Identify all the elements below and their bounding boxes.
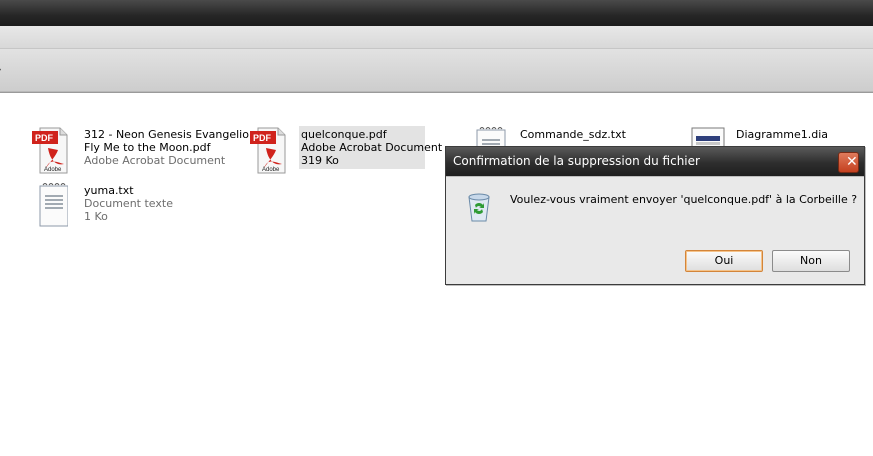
window-title-bar: [0, 0, 873, 26]
yes-button[interactable]: Oui: [685, 250, 763, 272]
adobe-label: Adobe: [262, 167, 280, 173]
file-name: quelconque.pdf: [301, 128, 387, 141]
close-icon: ✕: [846, 154, 858, 170]
file-item-quelconque-pdf[interactable]: PDF Adobe quelconque.pdf Adobe Acrobat D…: [250, 126, 443, 174]
adobe-label: Adobe: [44, 167, 62, 173]
dialog-title-bar[interactable]: Confirmation de la suppression du fichie…: [446, 147, 864, 176]
address-bar[interactable]: [0, 92, 873, 119]
pdf-icon: PDF Adobe: [32, 127, 68, 174]
dialog-message: Voulez-vous vraiment envoyer 'quelconque…: [510, 193, 858, 206]
no-button[interactable]: Non: [772, 250, 850, 272]
file-size: 1 Ko: [84, 210, 108, 223]
pdf-label: PDF: [253, 133, 272, 143]
file-item-evangelion-pdf[interactable]: PDF Adobe 312 - Neon Genesis Evangelion …: [32, 126, 263, 174]
file-name: Diagramme1.dia: [736, 128, 828, 141]
toolbar: ▾: [0, 49, 873, 92]
menu-bar: [0, 26, 873, 49]
recycle-bin-icon: [468, 193, 490, 222]
file-name: Commande_sdz.txt: [520, 128, 626, 141]
pdf-label: PDF: [35, 133, 54, 143]
close-button[interactable]: ✕: [838, 152, 859, 173]
file-type: Document texte: [84, 197, 173, 210]
file-size: 319 Ko: [301, 154, 339, 167]
delete-confirmation-dialog: Confirmation de la suppression du fichie…: [445, 146, 865, 285]
file-name: yuma.txt: [84, 184, 134, 197]
text-file-icon: [39, 183, 68, 227]
file-name: Fly Me to the Moon.pdf: [84, 141, 211, 154]
pdf-icon: PDF Adobe: [250, 127, 286, 174]
dialog-title: Confirmation de la suppression du fichie…: [453, 154, 700, 168]
file-item-yuma-txt[interactable]: yuma.txt Document texte 1 Ko: [32, 182, 192, 230]
file-type: Adobe Acrobat Document: [301, 141, 443, 154]
file-name: 312 - Neon Genesis Evangelion -: [84, 128, 264, 141]
chevron-down-icon[interactable]: ▾: [0, 67, 5, 75]
dialog-body: Voulez-vous vraiment envoyer 'quelconque…: [446, 176, 864, 285]
file-type: Adobe Acrobat Document: [84, 154, 226, 167]
